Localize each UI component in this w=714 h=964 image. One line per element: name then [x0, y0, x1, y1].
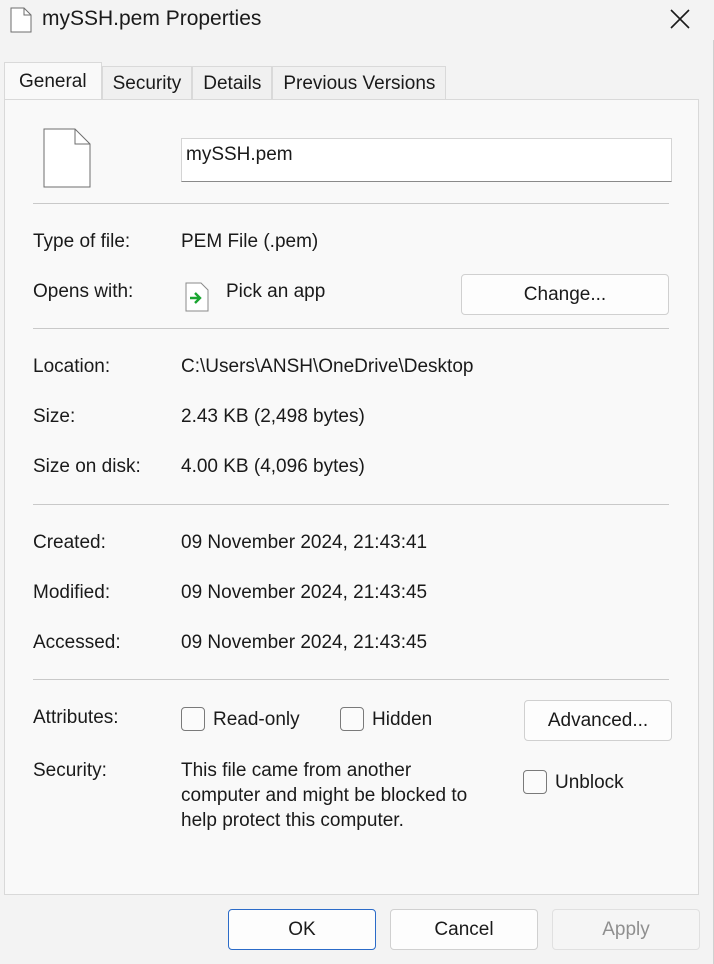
- type-of-file-label: Type of file:: [33, 231, 131, 252]
- accessed-value: 09 November 2024, 21:43:45: [181, 632, 428, 653]
- ok-button[interactable]: OK: [228, 909, 376, 950]
- read-only-checkbox[interactable]: [181, 707, 205, 731]
- change-button-label: Change...: [523, 283, 607, 305]
- unblock-checkbox[interactable]: [523, 770, 547, 794]
- modified-label: Modified:: [33, 582, 111, 603]
- accessed-label: Accessed:: [33, 632, 121, 653]
- security-message: This file came from another computer and…: [181, 758, 521, 833]
- cancel-button-label: Cancel: [434, 918, 494, 940]
- modified-value: 09 November 2024, 21:43:45: [181, 582, 428, 603]
- size-on-disk-label: Size on disk:: [33, 456, 141, 477]
- created-label: Created:: [33, 532, 106, 553]
- advanced-button-label: Advanced...: [547, 709, 649, 731]
- file-type-icon: [43, 128, 91, 188]
- window-title: mySSH.pem Properties: [42, 7, 262, 30]
- security-message-line: help protect this computer.: [181, 810, 404, 831]
- divider: [33, 504, 669, 505]
- security-message-line: This file came from another: [181, 760, 412, 781]
- pick-app-icon: [185, 282, 209, 312]
- change-button[interactable]: Change...: [461, 274, 669, 315]
- file-icon: [10, 7, 32, 33]
- opens-with-label: Opens with:: [33, 281, 134, 302]
- file-name-input[interactable]: [181, 138, 672, 182]
- tab-label: Previous Versions: [283, 72, 436, 94]
- ok-button-label: OK: [288, 918, 316, 940]
- hidden-checkbox[interactable]: [340, 707, 364, 731]
- cancel-button[interactable]: Cancel: [390, 909, 538, 950]
- tab-previous-versions[interactable]: Previous Versions: [272, 66, 447, 100]
- divider: [33, 328, 669, 329]
- properties-dialog: mySSH.pem Properties General Security De…: [0, 0, 714, 964]
- tab-label: General: [19, 70, 87, 92]
- size-label: Size:: [33, 406, 76, 427]
- size-value: 2.43 KB (2,498 bytes): [181, 406, 365, 427]
- close-button[interactable]: [656, 0, 704, 38]
- unblock-label: Unblock: [555, 772, 624, 793]
- apply-button-label: Apply: [602, 918, 650, 940]
- hidden-label: Hidden: [372, 709, 433, 730]
- location-label: Location:: [33, 356, 111, 377]
- title-bar: mySSH.pem Properties: [0, 0, 714, 40]
- created-value: 09 November 2024, 21:43:41: [181, 532, 428, 553]
- divider: [33, 679, 669, 680]
- read-only-label: Read-only: [213, 709, 300, 730]
- tab-strip: General Security Details Previous Versio…: [4, 62, 447, 100]
- tab-label: Details: [203, 72, 262, 94]
- apply-button[interactable]: Apply: [552, 909, 700, 950]
- attributes-label: Attributes:: [33, 707, 119, 728]
- close-icon: [670, 9, 690, 29]
- general-panel: Type of file: PEM File (.pem) Opens with…: [4, 99, 699, 895]
- type-of-file-value: PEM File (.pem): [181, 231, 319, 252]
- location-value: C:\Users\ANSH\OneDrive\Desktop: [181, 356, 474, 377]
- divider: [33, 203, 669, 204]
- opens-with-value: Pick an app: [226, 281, 326, 302]
- tab-details[interactable]: Details: [192, 66, 273, 100]
- advanced-button[interactable]: Advanced...: [524, 700, 672, 741]
- tab-general[interactable]: General: [4, 62, 102, 100]
- security-message-line: computer and might be blocked to: [181, 785, 468, 806]
- size-on-disk-value: 4.00 KB (4,096 bytes): [181, 456, 365, 477]
- security-label: Security:: [33, 760, 107, 781]
- tab-label: Security: [112, 72, 182, 94]
- tab-security[interactable]: Security: [101, 66, 193, 100]
